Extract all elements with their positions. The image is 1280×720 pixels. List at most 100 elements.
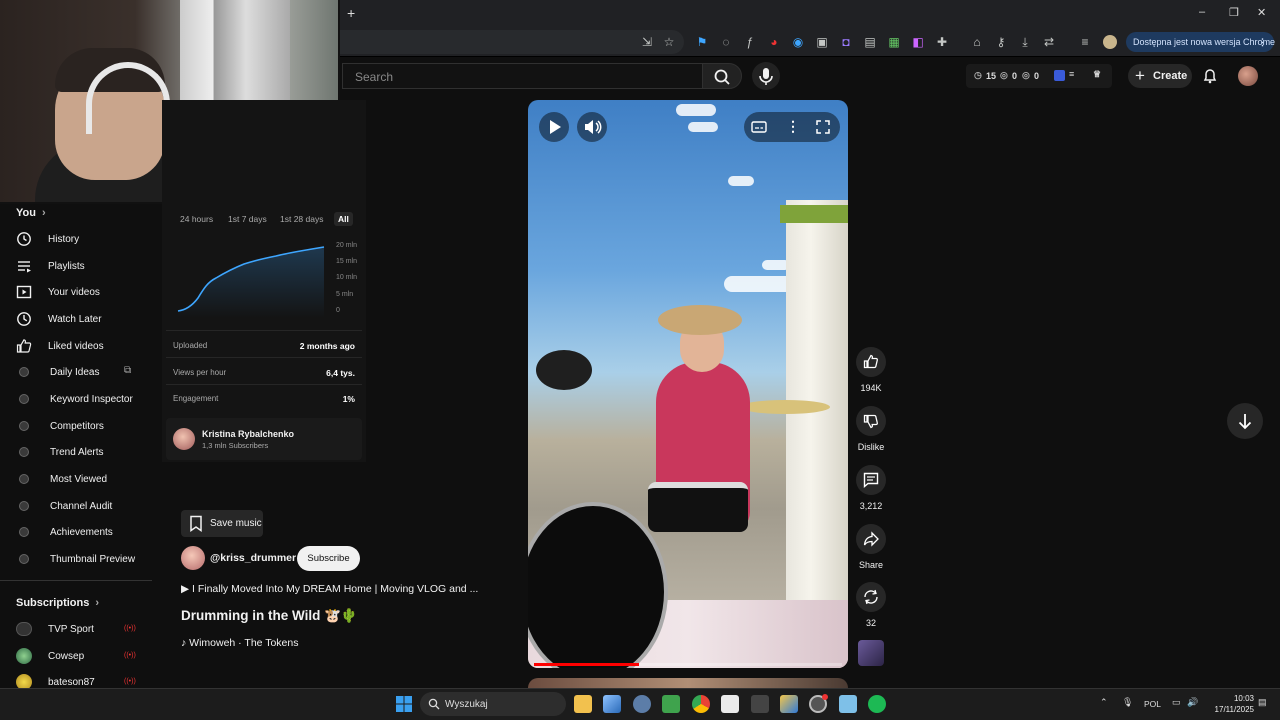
sidebar-item-achievements[interactable]: Achievements [0,519,150,545]
extension-icon[interactable]: ▦ [887,35,901,49]
share-label: Share [858,560,884,570]
sidebar-item-watch-later[interactable]: Watch Later [0,306,150,332]
photos-icon[interactable] [603,695,621,713]
you-section-title[interactable]: You › [16,207,46,219]
network-icon[interactable]: ▭ [1172,697,1181,708]
password-key-icon[interactable]: ⚷ [994,35,1008,49]
file-explorer-icon[interactable] [574,695,592,713]
save-music-button[interactable]: Save music [181,510,263,537]
speaker-icon[interactable]: 🔊 [1187,697,1198,708]
play-button[interactable] [539,112,569,142]
engagement-value: 1% [342,394,355,404]
extension-icon[interactable]: ⌂ [970,35,984,49]
fullscreen-icon[interactable] [815,119,831,135]
account-avatar[interactable] [1238,66,1258,86]
app-icon[interactable] [780,695,798,713]
trophy-icon[interactable]: ♕ [1093,69,1101,80]
language-indicator[interactable]: POL [1144,699,1161,709]
share-button[interactable] [856,524,886,554]
subscriptions-section-title[interactable]: Subscriptions › [16,597,99,609]
chrome-icon[interactable] [692,695,710,713]
arrow-down-icon [1238,414,1252,430]
extension-icon[interactable]: ⚑ [695,35,709,49]
extension-icon[interactable]: ◌ [719,35,733,49]
new-tab-button[interactable]: + [347,5,355,21]
next-video-button[interactable] [1227,403,1263,439]
sidebar-item-most-viewed[interactable]: Most Viewed [0,466,150,492]
extensions-puzzle-icon[interactable]: ✚ [935,35,949,49]
dislike-button[interactable] [856,406,886,436]
sidebar-item-trend-alerts[interactable]: Trend Alerts [0,439,150,465]
tab-all[interactable]: All [334,212,353,226]
sidebar-item-competitors[interactable]: Competitors [0,413,150,439]
download-icon[interactable]: ⤓ [1018,35,1032,49]
extension-icon[interactable]: ƒ [743,35,757,49]
taskbar-search[interactable]: Wyszukaj [420,692,566,716]
chrome-update-button[interactable]: Dostępna jest nowa wersja Chrome ⋮ [1126,32,1275,52]
extension-icon[interactable]: ▣ [815,35,829,49]
voice-search-button[interactable] [752,62,780,90]
sidebar-item-your-videos[interactable]: Your videos [0,279,150,305]
maximize-button[interactable]: ❐ [1229,6,1239,19]
extension-icon[interactable]: ◕ [767,35,781,49]
app-icon[interactable] [751,695,769,713]
channel-avatar[interactable] [181,546,205,570]
settings-icon[interactable] [633,695,651,713]
subscription-item[interactable]: Cowsep ((•)) [0,643,150,669]
extension-icon[interactable]: ◉ [791,35,805,49]
more-options-icon[interactable]: ⋮ [786,118,800,135]
related-video-link[interactable]: ▶ I Finally Moved Into My DREAM Home | M… [181,583,478,595]
remix-button[interactable] [856,582,886,612]
show-hidden-icons-icon[interactable]: ⌃ [1100,697,1108,708]
tab-first-28-days[interactable]: 1st 28 days [280,214,323,224]
volume-button[interactable] [577,112,607,142]
bookmark-star-icon[interactable]: ☆ [662,35,676,49]
notifications-bell-icon[interactable] [1202,68,1218,84]
microphone-icon[interactable]: 🎙 [1122,697,1133,708]
notepad-icon[interactable] [839,695,857,713]
sidebar-item-liked-videos[interactable]: Liked videos [0,333,150,359]
create-button[interactable]: + Create [1128,64,1192,88]
address-bar[interactable] [336,30,684,54]
tab-first-7-days[interactable]: 1st 7 days [228,214,267,224]
notifications-icon[interactable]: ▤ [1258,697,1267,708]
menu-kebab-icon[interactable]: ⋮ [1258,32,1267,52]
extension-icon[interactable]: ◧ [911,35,925,49]
comments-button[interactable] [856,465,886,495]
sidebar-item-daily-ideas[interactable]: Daily Ideas ⧉ [0,359,150,385]
shorts-video-player[interactable] [528,100,848,668]
audio-source-thumbnail[interactable] [858,640,884,666]
channel-stats-pill[interactable]: ◷ 15 ◎ 0 ◎ 0 ≡ ♕ [966,64,1112,88]
minimize-button[interactable]: – [1199,6,1205,18]
spotify-icon[interactable] [868,695,886,713]
search-input[interactable]: Search [342,63,702,89]
windows-start-icon[interactable] [396,696,412,712]
reading-list-icon[interactable]: ≡ [1078,35,1092,49]
close-button[interactable]: ✕ [1257,6,1266,19]
list-icon[interactable]: ≡ [1069,69,1074,79]
extension-icon[interactable]: ◘ [839,35,853,49]
install-app-icon[interactable]: ⇲ [640,35,654,49]
like-button[interactable] [856,347,886,377]
creator-card[interactable] [166,418,362,460]
sidebar-item-channel-audit[interactable]: Channel Audit [0,493,150,519]
extension-badge-icon[interactable] [1054,70,1065,81]
sidebar-item-playlists[interactable]: Playlists [0,253,150,279]
sidebar-item-keyword-inspector[interactable]: Keyword Inspector [0,386,150,412]
subscription-item[interactable]: TVP Sport ((•)) [0,616,150,642]
translate-icon[interactable]: ⇄ [1042,35,1056,49]
extension-icon[interactable]: ▤ [863,35,877,49]
profile-avatar[interactable] [1103,35,1117,49]
sidebar-item-label: Thumbnail Preview [50,554,136,565]
channel-name[interactable]: @kriss_drummer [210,552,296,564]
captions-icon[interactable] [751,119,767,135]
tab-24-hours[interactable]: 24 hours [180,214,213,224]
search-button[interactable] [702,63,742,89]
sidebar-item-thumbnail-preview[interactable]: Thumbnail Preview [0,546,150,572]
store-icon[interactable] [721,695,739,713]
subscribe-button[interactable]: Subscribe [297,546,360,571]
music-link[interactable]: ♪ Wimoweh · The Tokens [181,637,299,649]
app-icon[interactable] [662,695,680,713]
sidebar-item-history[interactable]: History [0,226,150,252]
taskbar-clock[interactable]: 10:03 17/11/2025 [1206,693,1254,715]
